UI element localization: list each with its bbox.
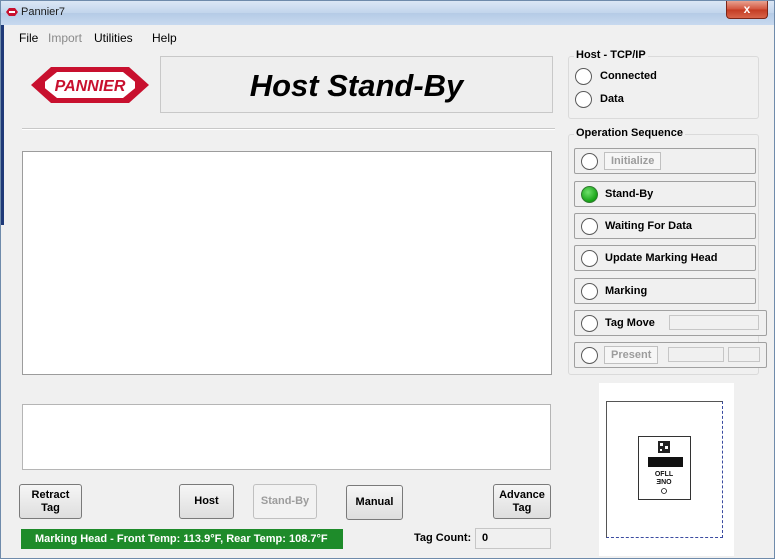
step-marking: Marking xyxy=(574,278,756,304)
host-tcpip-group: Host - TCP/IP Connected Data xyxy=(568,49,759,119)
tag-count-label: Tag Count: xyxy=(414,532,472,544)
step-tag-move: Tag Move xyxy=(574,310,767,336)
window-title: Pannier7 xyxy=(21,6,66,18)
tag-count-field: 0 xyxy=(475,528,551,549)
menu-utilities[interactable]: Utilities xyxy=(94,31,133,45)
waiting-label: Waiting For Data xyxy=(605,220,692,232)
standby-led xyxy=(581,186,598,203)
tag-move-field xyxy=(669,315,759,330)
marking-led xyxy=(581,283,598,300)
tag-layout-graphic: OFLL ƎNO xyxy=(648,441,683,494)
initialize-led xyxy=(581,153,598,170)
close-button[interactable]: x xyxy=(726,1,768,19)
present-led xyxy=(581,347,598,364)
operation-sequence-title: Operation Sequence xyxy=(574,127,685,139)
main-display-pane xyxy=(22,151,552,375)
operation-sequence-group: Operation Sequence Initialize Stand-By W… xyxy=(568,127,767,375)
host-button[interactable]: Host xyxy=(179,484,234,519)
standby-button[interactable]: Stand-By xyxy=(253,484,317,519)
tag-layout: OFLL ƎNO xyxy=(638,436,691,500)
title-bar[interactable]: Pannier7 x xyxy=(1,1,774,25)
host-tcpip-title: Host - TCP/IP xyxy=(574,49,648,61)
logo-text: PANNIER xyxy=(55,78,126,95)
step-update-marking-head: Update Marking Head xyxy=(574,245,756,271)
tag-text-line-1: OFLL xyxy=(655,471,674,478)
retract-tag-button[interactable]: Retract Tag xyxy=(19,484,82,519)
menu-help[interactable]: Help xyxy=(152,31,177,45)
tag-preview: OFLL ƎNO xyxy=(599,383,734,556)
waiting-led xyxy=(581,218,598,235)
advance-tag-button[interactable]: Advance Tag xyxy=(493,484,551,519)
marking-label: Marking xyxy=(605,285,648,297)
window-edge-decoration xyxy=(1,25,4,225)
close-icon: x xyxy=(743,2,751,16)
tag-text-line-2: ƎNO xyxy=(656,479,672,486)
step-waiting-for-data: Waiting For Data xyxy=(574,213,756,239)
tag-move-label: Tag Move xyxy=(605,317,655,329)
step-initialize: Initialize xyxy=(574,148,756,174)
client-area: File Import Utilities Help PANNIER Host … xyxy=(9,25,768,556)
divider xyxy=(22,128,555,130)
connected-label: Connected xyxy=(600,70,657,82)
marking-head-temp-bar: Marking Head - Front Temp: 113.9°F, Rear… xyxy=(21,529,343,549)
message-pane xyxy=(22,404,551,470)
present-field-2 xyxy=(728,347,760,362)
manual-button[interactable]: Manual xyxy=(346,485,403,520)
present-field xyxy=(668,347,724,362)
update-label: Update Marking Head xyxy=(605,252,718,264)
tag-preview-card: OFLL ƎNO xyxy=(606,401,723,538)
menu-file[interactable]: File xyxy=(19,31,38,45)
tag-move-led xyxy=(581,315,598,332)
update-led xyxy=(581,250,598,267)
status-text: Host Stand-By xyxy=(249,68,464,103)
pannier-logo: PANNIER xyxy=(31,67,149,103)
data-label: Data xyxy=(600,93,624,105)
initialize-button[interactable]: Initialize xyxy=(604,152,662,170)
present-button[interactable]: Present xyxy=(604,346,659,364)
data-led xyxy=(575,91,592,108)
menu-import[interactable]: Import xyxy=(48,31,82,45)
step-standby: Stand-By xyxy=(574,181,756,207)
app-icon xyxy=(6,8,18,16)
connected-led xyxy=(575,68,592,85)
step-present: Present xyxy=(574,342,767,368)
app-window: Pannier7 x File Import Utilities Help PA… xyxy=(0,0,775,559)
status-panel: Host Stand-By xyxy=(160,56,553,113)
standby-label: Stand-By xyxy=(605,188,654,200)
